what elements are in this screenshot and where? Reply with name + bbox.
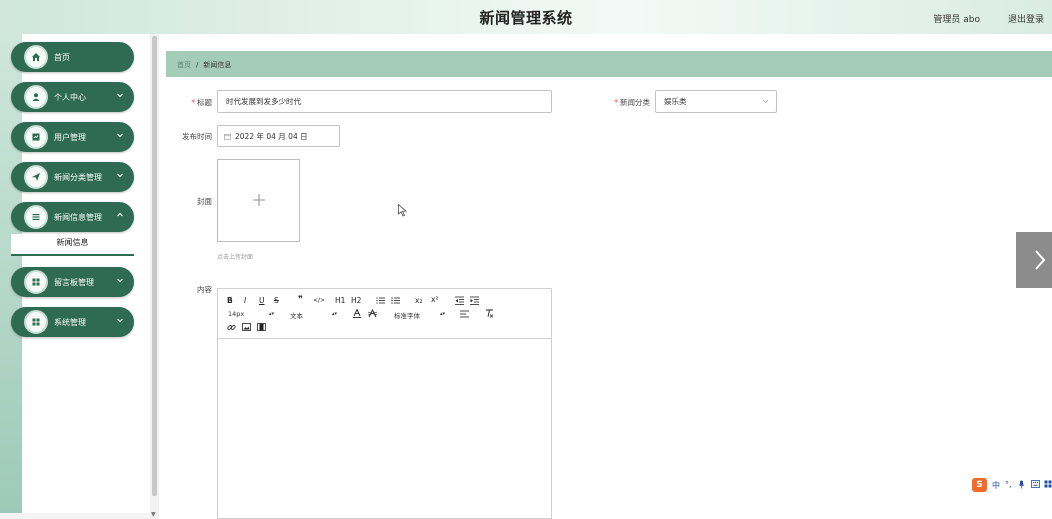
sogou-ime-icon: S: [972, 478, 987, 492]
breadcrumb-current: 新闻信息: [203, 61, 232, 69]
image-icon[interactable]: [242, 323, 251, 331]
sidebar-item-label: 留言板管理: [54, 278, 94, 287]
microphone-icon[interactable]: [1018, 480, 1025, 489]
indent-left-icon[interactable]: [455, 296, 464, 305]
sidebar-item-label: 新闻信息管理: [54, 213, 102, 222]
sidebar-item-label: 系统管理: [54, 318, 86, 327]
breadcrumb-separator: /: [196, 61, 199, 69]
ime-punctuation[interactable]: °,: [1005, 480, 1012, 489]
sidebar-subitem-news-info[interactable]: 新闻信息: [11, 234, 134, 256]
ime-toolbar[interactable]: S 中 °,: [970, 476, 1052, 494]
chevron-down-icon: [117, 318, 123, 323]
quote-button[interactable]: ❞: [298, 295, 303, 305]
bold-button[interactable]: B: [227, 296, 233, 305]
category-label: * 新闻分类: [614, 98, 650, 107]
date-picker[interactable]: 2022 年 04 月 04 日: [217, 125, 340, 147]
home-icon: [24, 45, 48, 69]
cover-upload-tip: 点击上传封面: [217, 254, 254, 261]
sidebar-item-personal[interactable]: 个人中心: [11, 82, 134, 112]
title-label: * 标题: [191, 98, 212, 107]
grid-icon: [24, 310, 48, 334]
mouse-cursor-icon: [398, 204, 407, 217]
users-icon: [24, 125, 48, 149]
top-header: 新闻管理系统 管理员 abo 退出登录: [0, 0, 1052, 34]
superscript-button[interactable]: x²: [431, 295, 438, 304]
plus-icon: [253, 194, 265, 206]
send-icon: [24, 165, 48, 189]
date-label: 发布时间: [182, 132, 212, 141]
next-arrow-button[interactable]: [1016, 232, 1052, 288]
subscript-button[interactable]: x₂: [415, 296, 422, 305]
content-label: 内容: [197, 285, 212, 294]
chevron-down-icon: [117, 93, 123, 98]
indent-right-icon[interactable]: [470, 296, 479, 305]
user-icon: [24, 85, 48, 109]
current-user: 管理员 abo: [933, 15, 980, 25]
calendar-icon: [224, 133, 231, 140]
sidebar-item-label: 用户管理: [54, 133, 86, 142]
chevron-down-icon: [117, 278, 123, 283]
h1-button[interactable]: H1: [335, 296, 345, 305]
paragraph-select[interactable]: 文本 ▴▾: [290, 310, 338, 320]
chevron-down-icon: [117, 133, 123, 138]
link-icon[interactable]: [227, 323, 236, 332]
category-select[interactable]: 娱乐类: [655, 90, 777, 113]
sidebar-scrollbar-thumb[interactable]: [152, 36, 157, 496]
sidebar-item-label: 首页: [54, 53, 70, 62]
breadcrumb: 首页 / 新闻信息: [166, 51, 1052, 77]
font-color-icon[interactable]: [353, 309, 361, 318]
clear-format-icon[interactable]: [485, 309, 494, 318]
strike-button[interactable]: S: [274, 296, 279, 305]
sidebar-item-users[interactable]: 用户管理: [11, 122, 134, 152]
underline-button[interactable]: U: [259, 296, 265, 305]
chevron-down-icon: [117, 173, 123, 178]
ime-mode[interactable]: 中: [992, 480, 1000, 491]
sidebar-item-home[interactable]: 首页: [11, 42, 134, 72]
sidebar-item-system[interactable]: 系统管理: [11, 307, 134, 337]
cover-upload[interactable]: [217, 159, 300, 242]
chevron-down-icon: [762, 99, 769, 104]
list-icon: [24, 205, 48, 229]
align-icon[interactable]: [460, 310, 469, 318]
keyboard-icon[interactable]: [1031, 480, 1040, 488]
italic-button[interactable]: I: [244, 296, 246, 305]
sidebar-item-news-category[interactable]: 新闻分类管理: [11, 162, 134, 192]
video-icon[interactable]: [257, 323, 266, 331]
toolbox-icon[interactable]: [1044, 480, 1052, 488]
grid-icon: [24, 270, 48, 294]
sidebar-item-news-info[interactable]: 新闻信息管理: [11, 202, 134, 232]
breadcrumb-home[interactable]: 首页: [177, 61, 191, 69]
h2-button[interactable]: H2: [351, 296, 361, 305]
font-size-select[interactable]: 14px ▴▾: [228, 310, 274, 318]
scroll-down-icon[interactable]: ▼: [151, 511, 156, 518]
sidebar-item-message-board[interactable]: 留言板管理: [11, 267, 134, 297]
logout-link[interactable]: 退出登录: [1008, 12, 1044, 25]
code-button[interactable]: </>: [313, 297, 325, 304]
title-input[interactable]: 时代发展到发多少时代: [217, 90, 552, 113]
app-title: 新闻管理系统: [479, 9, 573, 27]
chevron-down-icon: [117, 212, 123, 217]
font-family-select[interactable]: 标准字体 ▴▾: [394, 310, 450, 320]
sidebar-bottom-strip: [0, 513, 150, 519]
sidebar-item-label: 个人中心: [54, 93, 86, 102]
sidebar-item-label: 新闻分类管理: [54, 173, 102, 182]
background-color-icon[interactable]: [368, 309, 377, 318]
chevron-right-icon: [1035, 250, 1046, 270]
list-ordered-icon[interactable]: [376, 296, 385, 305]
cover-label: 封面: [197, 197, 212, 206]
list-bullet-icon[interactable]: [391, 296, 400, 305]
rich-text-editor[interactable]: B I U S ❞ </> H1 H2 x₂ x² 14px ▴▾ 文本 ▴▾ 标准…: [217, 288, 552, 519]
editor-toolbar: B I U S ❞ </> H1 H2 x₂ x² 14px ▴▾ 文本 ▴▾ 标准…: [218, 289, 551, 339]
